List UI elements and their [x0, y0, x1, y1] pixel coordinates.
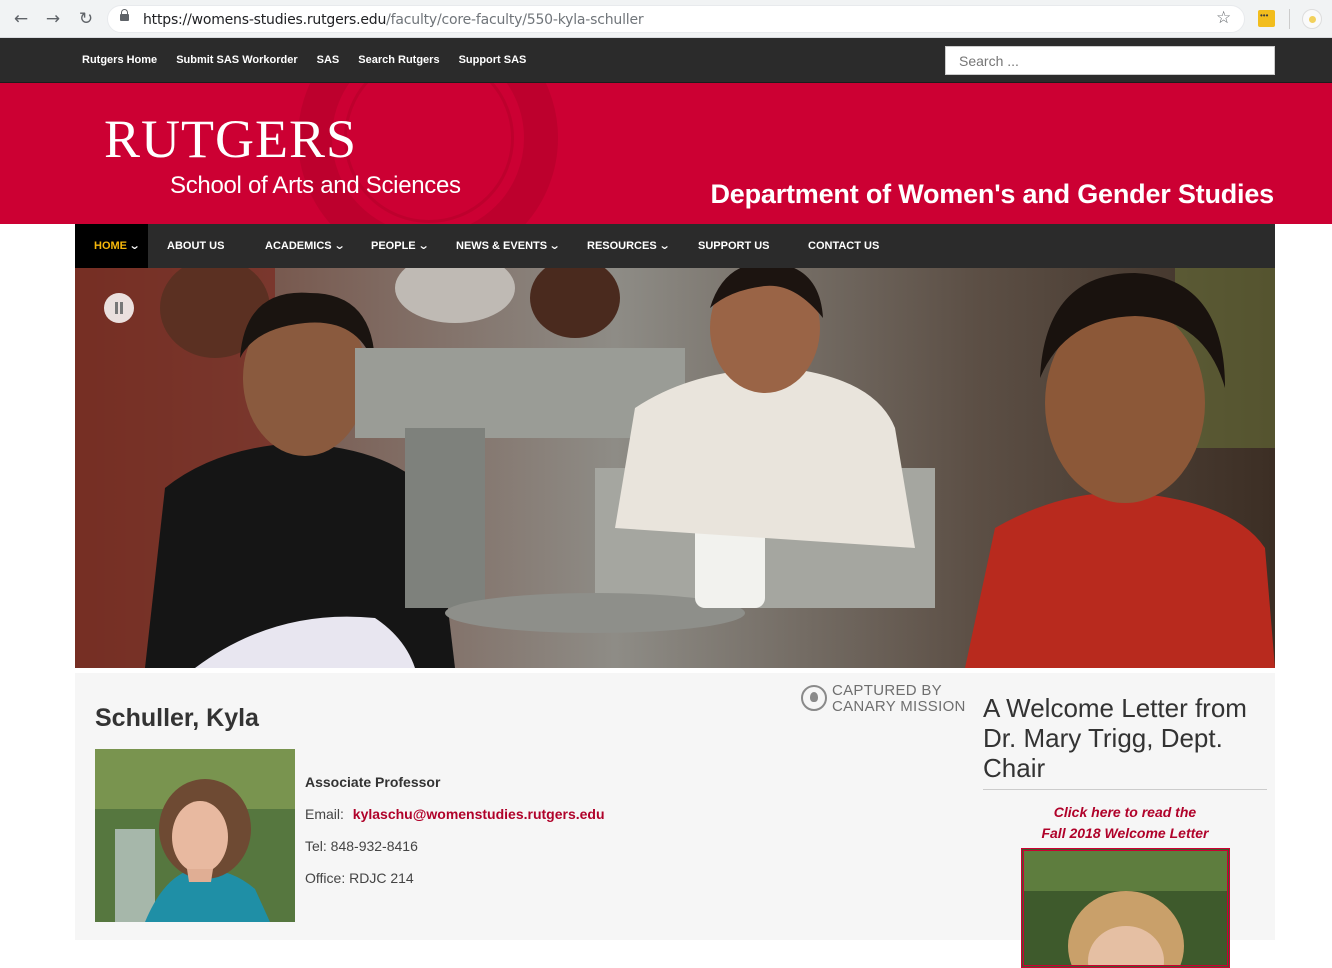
search-input[interactable]: [945, 46, 1275, 75]
welcome-link-line-2: Fall 2018 Welcome Letter: [1041, 825, 1209, 841]
reload-icon[interactable]: ↻: [76, 9, 96, 29]
chevron-down-icon: ⌄: [333, 239, 346, 252]
toolbar-divider: [1289, 9, 1290, 29]
page-title: Schuller, Kyla: [95, 704, 259, 732]
link-rutgers-home[interactable]: Rutgers Home: [82, 54, 157, 66]
sas-logo-text[interactable]: School of Arts and Sciences: [170, 172, 461, 200]
link-submit-sas-workorder[interactable]: Submit SAS Workorder: [176, 54, 297, 66]
chair-portrait-image: [1023, 851, 1227, 965]
garment-workers-photo: [75, 268, 1275, 668]
faculty-info: Associate Professor Email: kylaschu@wome…: [305, 774, 605, 902]
chevron-down-icon: ⌄: [128, 239, 141, 252]
email-link[interactable]: kylaschu@womenstudies.rutgers.edu: [353, 806, 605, 822]
link-search-rutgers[interactable]: Search Rutgers: [358, 54, 439, 66]
welcome-letter-link[interactable]: Click here to read the Fall 2018 Welcome…: [983, 802, 1267, 844]
canary-mission-badge: CAPTURED BY CANARY MISSION: [801, 683, 966, 719]
site-header: RUTGERS School of Arts and Sciences Depa…: [0, 83, 1332, 224]
address-bar[interactable]: https://womens-studies.rutgers.edu/facul…: [107, 5, 1245, 33]
profile-icon[interactable]: [1302, 9, 1322, 29]
star-icon[interactable]: ☆: [1216, 8, 1231, 28]
chevron-down-icon: ⌄: [658, 239, 671, 252]
canary-line-2: CANARY MISSION: [832, 698, 966, 715]
nav-people-label: PEOPLE: [371, 240, 416, 252]
chair-photo[interactable]: [1020, 848, 1230, 968]
nav-academics-label: ACADEMICS: [265, 240, 332, 252]
back-icon[interactable]: ←: [11, 9, 31, 29]
nav-contact-us-label: CONTACT US: [808, 240, 880, 252]
rutgers-logo[interactable]: RUTGERS: [104, 111, 357, 167]
faculty-portrait: [95, 749, 295, 922]
email-label: Email:: [305, 806, 344, 822]
link-support-sas[interactable]: Support SAS: [459, 54, 527, 66]
hero-slideshow-image: [75, 268, 1275, 668]
forward-icon[interactable]: →: [43, 9, 63, 29]
nav-news-events-label: NEWS & EVENTS: [456, 240, 548, 252]
pause-icon[interactable]: [104, 293, 134, 323]
department-title[interactable]: Department of Women's and Gender Studies: [710, 179, 1274, 210]
canary-icon: [801, 685, 827, 711]
lock-icon: [120, 9, 129, 21]
nav-support-us[interactable]: SUPPORT US: [698, 224, 770, 268]
nav-resources-label: RESOURCES: [587, 240, 657, 252]
main-content: CAPTURED BY CANARY MISSION Schuller, Kyl…: [75, 673, 1275, 968]
nav-about-us[interactable]: ABOUT US: [167, 224, 224, 268]
chevron-down-icon: ⌄: [417, 239, 430, 252]
sidebar-heading: A Welcome Letter from Dr. Mary Trigg, De…: [983, 693, 1267, 790]
portrait-image: [95, 749, 295, 922]
nav-news-events[interactable]: NEWS & EVENTS ⌄: [456, 224, 561, 268]
canary-line-1: CAPTURED BY: [832, 682, 942, 699]
nav-contact-us[interactable]: CONTACT US: [808, 224, 879, 268]
nav-about-us-label: ABOUT US: [167, 240, 225, 252]
nav-people[interactable]: PEOPLE ⌄: [371, 224, 430, 268]
welcome-link-line-1: Click here to read the: [1053, 804, 1197, 820]
link-sas[interactable]: SAS: [317, 54, 340, 66]
extension-icon[interactable]: [1258, 10, 1275, 27]
nav-support-us-label: SUPPORT US: [698, 240, 770, 252]
chevron-down-icon: ⌄: [548, 239, 561, 252]
nav-resources[interactable]: RESOURCES ⌄: [587, 224, 671, 268]
nav-home[interactable]: HOME ⌄: [75, 224, 148, 268]
nav-home-label: HOME: [94, 240, 127, 252]
faculty-position: Associate Professor: [305, 774, 441, 790]
canary-text: CAPTURED BY CANARY MISSION: [832, 683, 966, 715]
main-nav: HOME ⌄ ABOUT US ACADEMICS ⌄ PEOPLE ⌄ NEWS &…: [75, 224, 1275, 268]
phone-text: Tel: 848-932-8416: [305, 838, 418, 854]
browser-toolbar: ← → ↻ https://womens-studies.rutgers.edu…: [0, 0, 1332, 38]
email-row: Email: kylaschu@womenstudies.rutgers.edu: [305, 806, 605, 823]
office-text: Office: RDJC 214: [305, 870, 414, 886]
sidebar: A Welcome Letter from Dr. Mary Trigg, De…: [983, 693, 1267, 968]
nav-academics[interactable]: ACADEMICS ⌄: [265, 224, 346, 268]
url-text[interactable]: https://womens-studies.rutgers.edu/facul…: [143, 12, 644, 28]
utility-bar: Rutgers Home Submit SAS Workorder SAS Se…: [0, 38, 1332, 83]
utility-links: Rutgers Home Submit SAS Workorder SAS Se…: [82, 54, 545, 66]
